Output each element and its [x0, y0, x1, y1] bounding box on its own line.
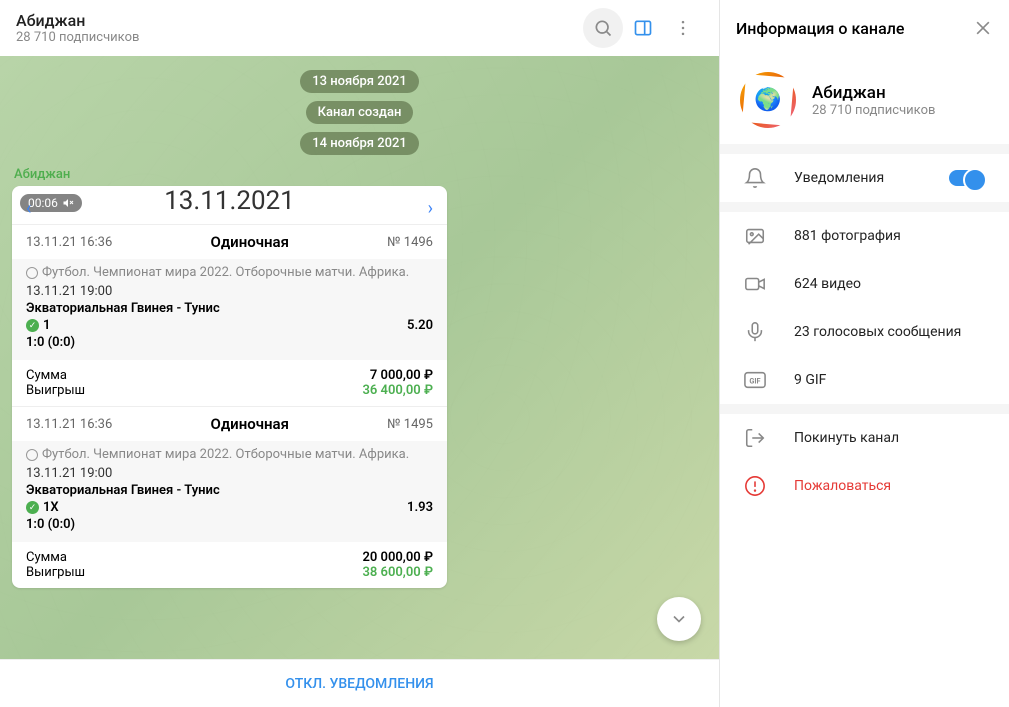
bet-pick: 1 [43, 318, 403, 333]
sum-value: 20 000,00 ₽ [362, 550, 433, 565]
chat-area[interactable]: 13 ноября 2021 Канал создан 14 ноября 20… [0, 56, 719, 659]
sidebar-toggle-button[interactable] [623, 8, 663, 48]
voice-label: 23 голосовых сообщения [794, 324, 961, 340]
more-icon [673, 18, 693, 38]
more-button[interactable] [663, 8, 703, 48]
bet-number: № 1495 [387, 417, 433, 432]
videos-label: 624 видео [794, 276, 861, 292]
channel-created-chip: Канал создан [306, 101, 414, 124]
divider [720, 202, 1009, 212]
bet-score: 1:0 (0:0) [26, 517, 433, 532]
bet-time: 13.11.21 16:36 [26, 235, 112, 250]
prev-arrow-icon: ‹ [26, 198, 31, 219]
bet-pick: 1X [43, 500, 403, 515]
sum-value: 7 000,00 ₽ [370, 368, 433, 383]
check-icon: ✓ [26, 319, 39, 332]
check-icon: ✓ [26, 501, 39, 514]
gif-icon: GIF [744, 371, 766, 389]
channel-info-sidebar: Информация о канале 🌍 Абиджан 28 710 под… [719, 0, 1009, 707]
muted-icon [62, 197, 74, 209]
leave-label: Покинуть канал [794, 430, 899, 446]
message-bubble[interactable]: 00:06 ‹ 13.11.2021 › 13.11.21 16:36 Один… [12, 186, 447, 588]
chat-header[interactable]: Абиджан 28 710 подписчиков [0, 0, 719, 56]
bet-score: 1:0 (0:0) [26, 335, 433, 350]
soccer-icon [26, 267, 38, 279]
soccer-icon [26, 449, 38, 461]
gif-label: 9 GIF [794, 372, 826, 388]
gif-item[interactable]: GIF 9 GIF [720, 356, 1009, 404]
microphone-icon [744, 321, 766, 343]
win-value: 38 600,00 ₽ [362, 565, 433, 580]
scroll-down-button[interactable] [657, 597, 701, 641]
bet-time: 13.11.21 16:36 [26, 417, 112, 432]
divider [720, 144, 1009, 154]
photos-label: 881 фотография [794, 228, 901, 244]
win-label: Выигрыш [26, 383, 85, 398]
channel-profile[interactable]: 🌍 Абиджан 28 710 подписчиков [720, 56, 1009, 144]
channel-subscribers: 28 710 подписчиков [812, 103, 935, 118]
channel-subtitle: 28 710 подписчиков [16, 30, 583, 45]
close-icon [973, 18, 993, 38]
bet-match-time: 13.11.21 19:00 [26, 284, 433, 299]
notifications-toggle-item[interactable]: Уведомления [720, 154, 1009, 202]
bet-card: 13.11.21 16:36 Одиночная № 1495 Футбол. … [12, 406, 447, 588]
bet-match: Экваториальная Гвинея - Тунис [26, 301, 433, 316]
svg-text:GIF: GIF [749, 377, 760, 386]
win-value: 36 400,00 ₽ [362, 383, 433, 398]
notifications-label: Уведомления [794, 170, 884, 186]
bet-card: 13.11.21 16:36 Одиночная № 1496 Футбол. … [12, 224, 447, 406]
next-arrow-icon: › [428, 198, 433, 219]
date-separator[interactable]: 14 ноября 2021 [300, 132, 419, 155]
video-time: 00:06 [28, 196, 58, 210]
bet-number: № 1496 [387, 235, 433, 250]
photos-item[interactable]: 881 фотография [720, 212, 1009, 260]
report-label: Пожаловаться [794, 478, 891, 494]
bet-league: Футбол. Чемпионат мира 2022. Отборочные … [42, 447, 409, 462]
channel-title: Абиджан [16, 11, 583, 30]
sum-label: Сумма [26, 550, 67, 565]
report-icon [744, 475, 766, 497]
message-author[interactable]: Абиджан [14, 167, 70, 182]
search-icon [593, 18, 613, 38]
bet-odds: 1.93 [407, 500, 433, 515]
header-info[interactable]: Абиджан 28 710 подписчиков [16, 11, 583, 45]
leave-icon [744, 427, 766, 449]
notifications-toggle[interactable] [949, 170, 985, 186]
bet-match-time: 13.11.21 19:00 [26, 466, 433, 481]
bet-type: Одиночная [112, 415, 387, 433]
bet-league: Футбол. Чемпионат мира 2022. Отборочные … [42, 265, 409, 280]
divider [720, 404, 1009, 414]
bet-odds: 5.20 [407, 318, 433, 333]
date-separator[interactable]: 13 ноября 2021 [300, 70, 419, 93]
bet-match: Экваториальная Гвинея - Тунис [26, 483, 433, 498]
chevron-down-icon [669, 609, 689, 629]
bet-type: Одиночная [112, 233, 387, 251]
sidebar-title: Информация о канале [736, 19, 904, 38]
video-icon [744, 273, 766, 295]
panel-icon [633, 18, 653, 38]
bell-icon [744, 167, 766, 189]
channel-avatar[interactable]: 🌍 [740, 72, 796, 128]
report-item[interactable]: Пожаловаться [720, 462, 1009, 510]
win-label: Выигрыш [26, 565, 85, 580]
photo-icon [744, 225, 766, 247]
leave-channel-item[interactable]: Покинуть канал [720, 414, 1009, 462]
mute-notifications-button[interactable]: ОТКЛ. УВЕДОМЛЕНИЯ [0, 659, 719, 707]
search-button[interactable] [583, 8, 623, 48]
channel-name: Абиджан [812, 83, 935, 103]
close-button[interactable] [973, 18, 993, 38]
sum-label: Сумма [26, 368, 67, 383]
videos-item[interactable]: 624 видео [720, 260, 1009, 308]
voice-item[interactable]: 23 голосовых сообщения [720, 308, 1009, 356]
